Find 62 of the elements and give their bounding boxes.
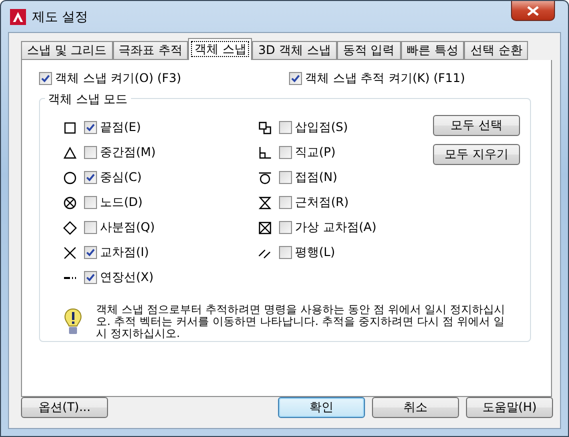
options-button[interactable]: 옵션(T)...	[21, 397, 108, 418]
hourglass-icon	[258, 196, 272, 210]
tab[interactable]: 동적 입력	[336, 41, 401, 60]
checkbox[interactable]	[84, 171, 97, 184]
action-button[interactable]: 모두 선택	[433, 115, 520, 136]
option-label: 직교(P)	[295, 144, 336, 161]
option-label: 평행(L)	[295, 244, 336, 261]
tab[interactable]: 3D 객체 스냅	[252, 41, 337, 60]
checkbox[interactable]	[84, 146, 97, 159]
option-label: 가상 교차점(A)	[295, 219, 376, 236]
checkbox[interactable]	[84, 246, 97, 259]
dialog-button[interactable]: 도움말(H)	[466, 397, 553, 418]
overlapping-squares-icon	[258, 120, 272, 134]
close-icon	[527, 6, 539, 16]
perpendicular-icon	[258, 146, 272, 160]
option-label: 교차점(I)	[100, 244, 149, 261]
checkbox[interactable]	[279, 146, 292, 159]
circle-icon	[63, 170, 77, 184]
tab[interactable]: 선택 순환	[464, 41, 528, 60]
close-button[interactable]	[511, 1, 555, 21]
checkbox[interactable]	[84, 121, 97, 134]
option-label: 사분점(Q)	[100, 219, 155, 236]
diamond-icon	[63, 220, 77, 234]
option-label: 근처점(R)	[295, 194, 349, 211]
checkbox[interactable]	[84, 196, 97, 209]
option-label: 중심(C)	[100, 169, 142, 186]
app-logo-icon	[10, 8, 26, 24]
action-button[interactable]: 모두 지우기	[433, 144, 520, 165]
dashed-line-icon	[64, 276, 76, 278]
option-label: 중간점(M)	[100, 144, 156, 161]
option-label: 접점(N)	[295, 169, 338, 186]
tangent-circle-icon	[258, 170, 272, 184]
dialog-button[interactable]: 취소	[372, 397, 459, 418]
hint-text: 객체 스냅 점으로부터 추적하려면 명령을 사용하는 동안 점 위에서 일시 정지하십시오. 추적 벡터는 커서를 이동하면 나타납니다. 추적을 중지하려면 다시 점 위에서 일시 정지하십시오.	[96, 304, 506, 340]
checkbox[interactable]	[84, 271, 97, 284]
circle-cross-icon	[63, 196, 77, 210]
tab[interactable]: 스냅 및 그리드	[21, 41, 113, 60]
checkbox[interactable]	[84, 221, 97, 234]
option-label: 노드(D)	[100, 194, 143, 211]
option-label: 연장선(X)	[100, 269, 154, 286]
option-label: 객체 스냅 추적 켜기(K) (F11)	[305, 70, 466, 86]
option-label: 끝점(E)	[100, 119, 141, 136]
group-title: 객체 스냅 모드	[45, 91, 131, 108]
cross-icon	[63, 246, 77, 260]
checkbox[interactable]	[279, 221, 292, 234]
checkbox[interactable]	[289, 72, 302, 84]
tab[interactable]: 극좌표 추적	[112, 41, 188, 60]
tab[interactable]: 객체 스냅	[188, 38, 252, 60]
boxed-cross-icon	[258, 220, 272, 234]
option-label: 삽입점(S)	[295, 119, 348, 136]
checkbox[interactable]	[279, 171, 292, 184]
square-icon	[63, 120, 77, 134]
option-label: 객체 스냅 켜기(O) (F3)	[55, 70, 182, 86]
checkbox[interactable]	[39, 72, 52, 84]
tab[interactable]: 빠른 특성	[400, 41, 464, 60]
checkbox[interactable]	[279, 121, 292, 134]
dialog-button[interactable]: 확인	[278, 397, 365, 418]
lightbulb-icon	[64, 308, 82, 336]
checkbox[interactable]	[279, 196, 292, 209]
window-title: 제도 설정	[32, 8, 88, 26]
checkbox[interactable]	[279, 246, 292, 259]
triangle-icon	[63, 146, 77, 160]
